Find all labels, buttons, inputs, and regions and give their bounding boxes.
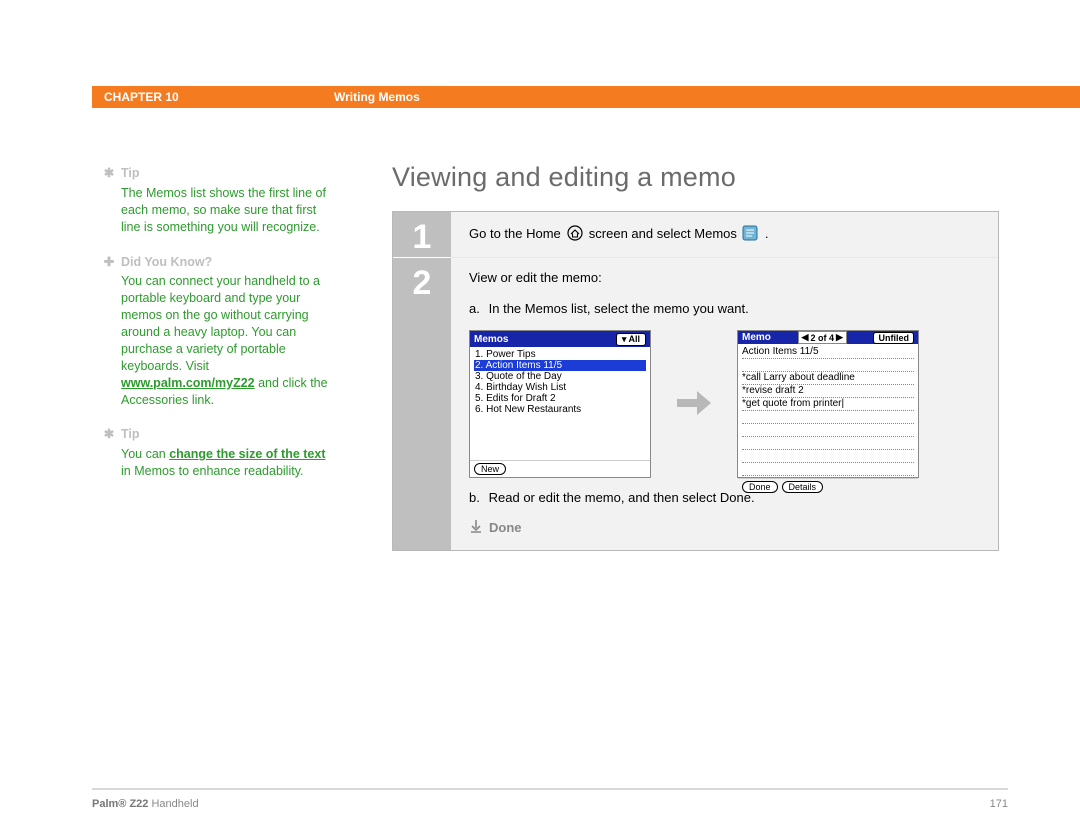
- memo-line: [742, 463, 914, 476]
- arrow-down-icon: [469, 519, 483, 536]
- did-you-know-block: ✚ Did You Know? You can connect your han…: [103, 254, 338, 409]
- step-1-number: 1: [393, 212, 451, 258]
- tip-block-2: ✱ Tip You can change the size of the tex…: [103, 426, 338, 480]
- tip2-heading: ✱ Tip: [103, 426, 338, 443]
- step1-mid: screen and select Memos: [589, 226, 737, 241]
- product-name: Palm® Z22 Handheld: [92, 798, 199, 810]
- chapter-header: CHAPTER 10 Writing Memos: [92, 86, 1080, 108]
- page-footer: Palm® Z22 Handheld 171: [92, 788, 1008, 810]
- memo-line: *revise draft 2: [742, 385, 914, 398]
- sidebar: ✱ Tip The Memos list shows the first lin…: [103, 165, 338, 498]
- memo-line: [742, 359, 914, 372]
- product-bold: Palm® Z22: [92, 798, 148, 810]
- memos-titlebar: Memos ▾ All: [470, 331, 650, 347]
- memos-title: Memos: [474, 334, 508, 345]
- memo-line: [742, 437, 914, 450]
- step-2-number: 2: [393, 258, 451, 550]
- sub-b-label: b.: [469, 490, 485, 505]
- memos-bottom: New: [470, 460, 650, 477]
- step-2: 2 View or edit the memo: a. In the Memos…: [393, 258, 998, 550]
- list-item[interactable]: 2. Action Items 11/5: [474, 360, 646, 371]
- list-item[interactable]: 5. Edits for Draft 2: [474, 393, 646, 404]
- memo-line: [742, 424, 914, 437]
- tip2-heading-label: Tip: [121, 426, 140, 443]
- dyk-body: You can connect your handheld to a porta…: [121, 273, 338, 408]
- arrow-right-icon: [675, 387, 713, 422]
- screenshots-row: Memos ▾ All 1. Power Tips2. Action Items…: [469, 330, 980, 478]
- step1-pre: Go to the Home: [469, 226, 561, 241]
- memos-category-dropdown[interactable]: ▾ All: [616, 333, 646, 346]
- list-item[interactable]: 6. Hot New Restaurants: [474, 404, 646, 415]
- asterisk-icon: ✱: [103, 426, 115, 443]
- page-number: 171: [990, 798, 1008, 810]
- product-rest: Handheld: [148, 798, 198, 810]
- steps-panel: 1 Go to the Home screen and select Memos…: [392, 211, 999, 551]
- tip-heading: ✱ Tip: [103, 165, 338, 182]
- memos-list-screen: Memos ▾ All 1. Power Tips2. Action Items…: [469, 330, 651, 478]
- step-2-intro: View or edit the memo:: [469, 270, 980, 285]
- asterisk-icon: ✱: [103, 165, 115, 182]
- sub-b-text: Read or edit the memo, and then select D…: [489, 490, 755, 505]
- dyk-link[interactable]: www.palm.com/myZ22: [121, 376, 255, 390]
- step-2-body: View or edit the memo: a. In the Memos l…: [451, 258, 998, 550]
- memo-line: Action Items 11/5: [742, 346, 914, 359]
- step-2a: a. In the Memos list, select the memo yo…: [469, 301, 980, 316]
- memos-app-icon: [741, 224, 761, 242]
- memo-title: Memo: [742, 332, 771, 343]
- tip-body-1: The Memos list shows the first line of e…: [121, 185, 338, 236]
- sub-a-label: a.: [469, 301, 485, 316]
- memo-counter: ◀ 2 of 4 ▶: [798, 331, 847, 344]
- dyk-pre: You can connect your handheld to a porta…: [121, 274, 320, 372]
- sub-a-text: In the Memos list, select the memo you w…: [489, 301, 749, 316]
- memo-line: *call Larry about deadline: [742, 372, 914, 385]
- memo-details-button[interactable]: Details: [782, 481, 824, 493]
- dyk-heading-label: Did You Know?: [121, 254, 212, 271]
- plus-icon: ✚: [103, 254, 115, 271]
- section-label: Writing Memos: [334, 90, 420, 104]
- tip-heading-label: Tip: [121, 165, 140, 182]
- done-marker: Done: [469, 519, 980, 536]
- tip2-post: in Memos to enhance readability.: [121, 464, 304, 478]
- tip-block-1: ✱ Tip The Memos list shows the first lin…: [103, 165, 338, 236]
- page-title: Viewing and editing a memo: [392, 162, 999, 193]
- chapter-label: CHAPTER 10: [104, 90, 334, 104]
- step-1-body: Go to the Home screen and select Memos .: [451, 212, 998, 258]
- memos-list[interactable]: 1. Power Tips2. Action Items 11/53. Quot…: [470, 347, 650, 460]
- home-icon: [565, 224, 585, 242]
- memo-bottom: Done Details: [738, 478, 918, 495]
- memo-category-dropdown[interactable]: Unfiled: [873, 332, 914, 344]
- memo-counter-text: 2 of 4: [810, 333, 834, 343]
- memo-line: [742, 411, 914, 424]
- list-item[interactable]: 4. Birthday Wish List: [474, 382, 646, 393]
- tip2-pre: You can: [121, 447, 169, 461]
- dyk-heading: ✚ Did You Know?: [103, 254, 338, 271]
- chevron-left-icon[interactable]: ◀: [802, 332, 809, 343]
- tip2-link[interactable]: change the size of the text: [169, 447, 325, 461]
- tip2-body: You can change the size of the text in M…: [121, 446, 338, 480]
- memo-titlebar: Memo ◀ 2 of 4 ▶ Unfiled: [738, 331, 918, 344]
- list-item[interactable]: 1. Power Tips: [474, 349, 646, 360]
- step1-post: .: [765, 226, 769, 241]
- memo-text-area[interactable]: Action Items 11/5 *call Larry about deadl…: [738, 344, 918, 478]
- memo-detail-screen: Memo ◀ 2 of 4 ▶ Unfiled Action Items 11/…: [737, 330, 919, 478]
- list-item[interactable]: 3. Quote of the Day: [474, 371, 646, 382]
- memo-line: *get quote from printer|: [742, 398, 914, 411]
- chevron-right-icon[interactable]: ▶: [836, 332, 843, 343]
- step-1-text: Go to the Home screen and select Memos .: [469, 224, 980, 242]
- done-label: Done: [489, 520, 522, 535]
- memo-line: [742, 450, 914, 463]
- step-1: 1 Go to the Home screen and select Memos…: [393, 212, 998, 258]
- new-memo-button[interactable]: New: [474, 463, 506, 475]
- main-content: Viewing and editing a memo 1 Go to the H…: [392, 162, 999, 551]
